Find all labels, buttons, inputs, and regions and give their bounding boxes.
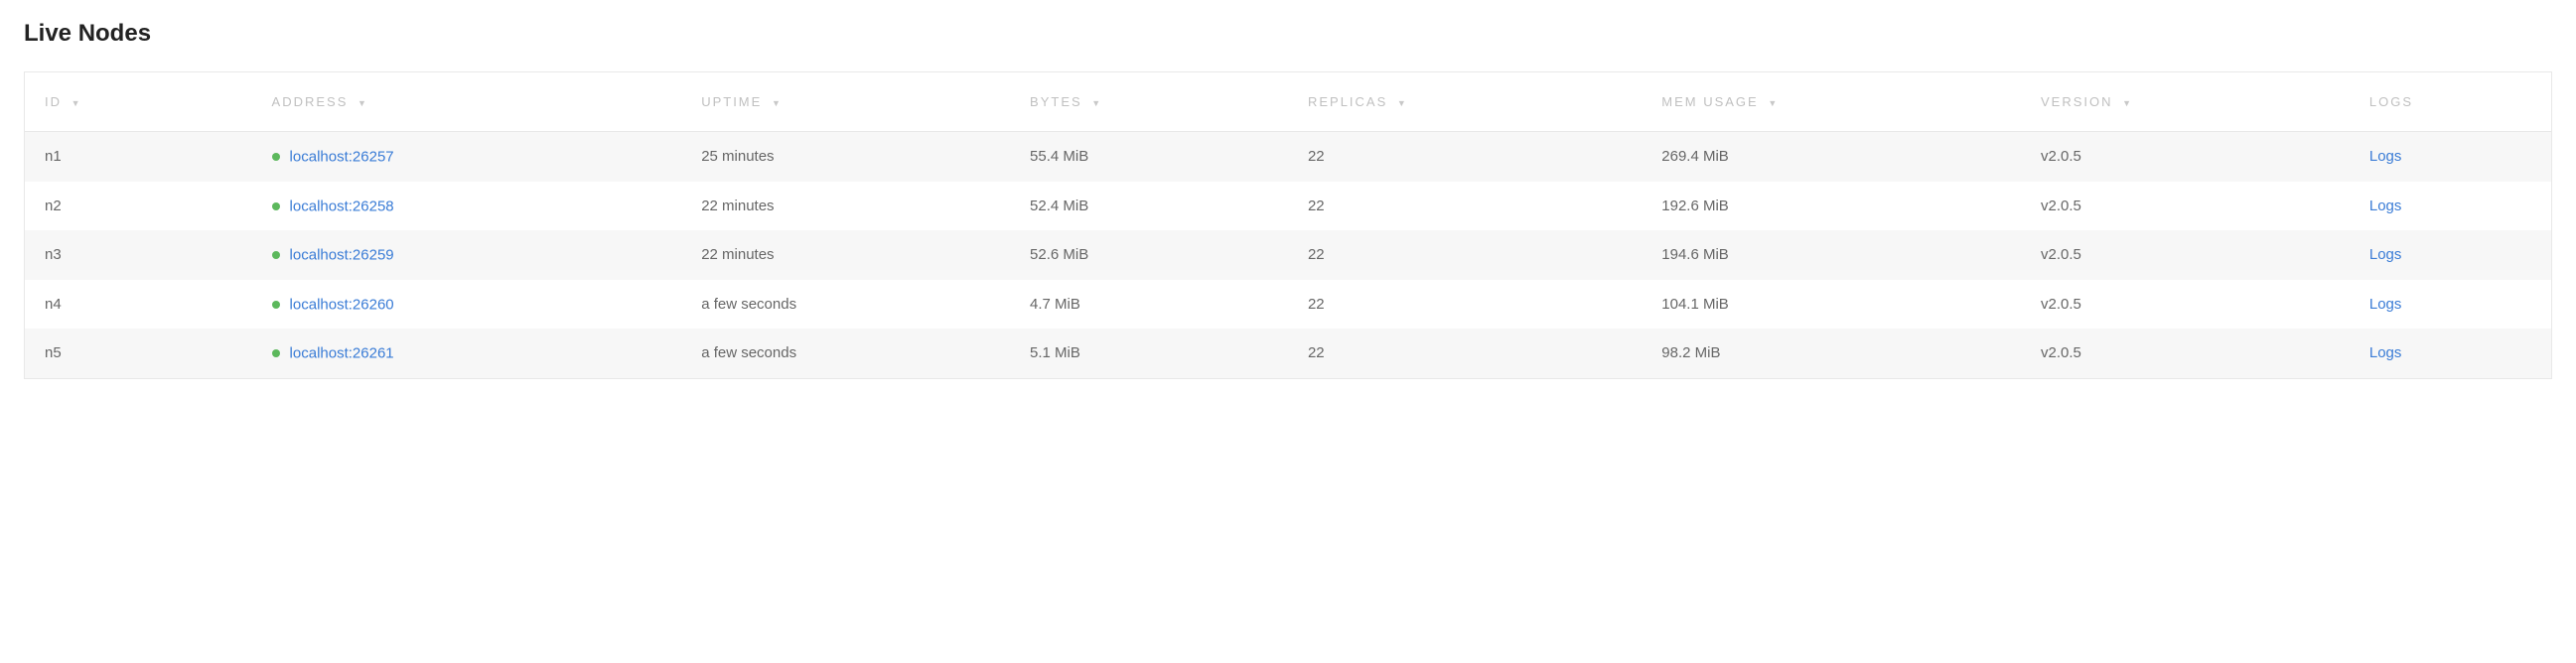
column-header-address[interactable]: ADDRESS ▼: [252, 72, 682, 132]
node-logs-cell: Logs: [2350, 182, 2552, 231]
table-row: n3 localhost:26259 22 minutes52.6 MiB22194…: [25, 230, 2552, 280]
node-bytes-cell: 52.4 MiB: [1010, 182, 1288, 231]
logs-link[interactable]: Logs: [2369, 198, 2402, 214]
column-header-label: VERSION: [2041, 94, 2113, 109]
table-row: n4 localhost:26260 a few seconds4.7 MiB221…: [25, 280, 2552, 330]
node-uptime-cell: 25 minutes: [681, 132, 1010, 182]
sort-indicator-icon: ▼: [1091, 98, 1102, 108]
column-header-label: BYTES: [1030, 94, 1082, 109]
live-nodes-table: ID ▼ ADDRESS ▼ UPTIME ▼ BYTES ▼ REPLICAS…: [24, 71, 2552, 379]
sort-indicator-icon: ▼: [772, 98, 783, 108]
node-replicas-cell: 22: [1288, 132, 1642, 182]
node-id-cell: n5: [25, 329, 252, 378]
node-logs-cell: Logs: [2350, 230, 2552, 280]
node-address-link[interactable]: localhost:26258: [290, 198, 394, 214]
node-uptime-cell: a few seconds: [681, 280, 1010, 330]
node-address-link[interactable]: localhost:26257: [290, 149, 394, 166]
node-address-cell: localhost:26257: [252, 132, 682, 182]
node-address-cell: localhost:26261: [252, 329, 682, 378]
node-address-cell: localhost:26259: [252, 230, 682, 280]
logs-link[interactable]: Logs: [2369, 344, 2402, 361]
logs-link[interactable]: Logs: [2369, 148, 2402, 165]
sort-indicator-icon: ▼: [2122, 98, 2133, 108]
column-header-label: ID: [45, 94, 62, 109]
status-dot-icon: [272, 349, 280, 357]
status-dot-icon: [272, 153, 280, 161]
node-uptime-cell: a few seconds: [681, 329, 1010, 378]
node-id-cell: n4: [25, 280, 252, 330]
column-header-id[interactable]: ID ▼: [25, 72, 252, 132]
node-bytes-cell: 52.6 MiB: [1010, 230, 1288, 280]
sort-indicator-icon: ▼: [1768, 98, 1779, 108]
column-header-label: REPLICAS: [1308, 94, 1387, 109]
node-address-cell: localhost:26260: [252, 280, 682, 330]
node-memusage-cell: 194.6 MiB: [1642, 230, 2021, 280]
node-bytes-cell: 5.1 MiB: [1010, 329, 1288, 378]
node-replicas-cell: 22: [1288, 280, 1642, 330]
node-memusage-cell: 269.4 MiB: [1642, 132, 2021, 182]
node-address-link[interactable]: localhost:26260: [290, 296, 394, 313]
column-header-label: MEM USAGE: [1661, 94, 1758, 109]
column-header-bytes[interactable]: BYTES ▼: [1010, 72, 1288, 132]
node-bytes-cell: 55.4 MiB: [1010, 132, 1288, 182]
column-header-version[interactable]: VERSION ▼: [2021, 72, 2350, 132]
node-id-cell: n1: [25, 132, 252, 182]
node-version-cell: v2.0.5: [2021, 230, 2350, 280]
node-replicas-cell: 22: [1288, 182, 1642, 231]
node-logs-cell: Logs: [2350, 280, 2552, 330]
node-version-cell: v2.0.5: [2021, 329, 2350, 378]
node-bytes-cell: 4.7 MiB: [1010, 280, 1288, 330]
table-row: n1 localhost:26257 25 minutes55.4 MiB22269…: [25, 132, 2552, 182]
logs-link[interactable]: Logs: [2369, 296, 2402, 313]
status-dot-icon: [272, 301, 280, 309]
sort-indicator-icon: ▼: [72, 98, 82, 108]
node-version-cell: v2.0.5: [2021, 280, 2350, 330]
node-address-link[interactable]: localhost:26261: [290, 345, 394, 362]
node-replicas-cell: 22: [1288, 230, 1642, 280]
status-dot-icon: [272, 202, 280, 210]
table-row: n2 localhost:26258 22 minutes52.4 MiB22192…: [25, 182, 2552, 231]
sort-indicator-icon: ▼: [1397, 98, 1408, 108]
node-logs-cell: Logs: [2350, 329, 2552, 378]
status-dot-icon: [272, 251, 280, 259]
node-address-link[interactable]: localhost:26259: [290, 247, 394, 264]
node-uptime-cell: 22 minutes: [681, 182, 1010, 231]
node-version-cell: v2.0.5: [2021, 182, 2350, 231]
node-memusage-cell: 98.2 MiB: [1642, 329, 2021, 378]
node-address-cell: localhost:26258: [252, 182, 682, 231]
node-memusage-cell: 104.1 MiB: [1642, 280, 2021, 330]
column-header-label: ADDRESS: [272, 94, 349, 109]
node-id-cell: n2: [25, 182, 252, 231]
node-logs-cell: Logs: [2350, 132, 2552, 182]
sort-indicator-icon: ▼: [358, 98, 368, 108]
node-id-cell: n3: [25, 230, 252, 280]
table-row: n5 localhost:26261 a few seconds5.1 MiB229…: [25, 329, 2552, 378]
node-uptime-cell: 22 minutes: [681, 230, 1010, 280]
column-header-label: LOGS: [2369, 94, 2413, 109]
node-replicas-cell: 22: [1288, 329, 1642, 378]
column-header-replicas[interactable]: REPLICAS ▼: [1288, 72, 1642, 132]
page-title: Live Nodes: [24, 20, 2552, 48]
column-header-memusage[interactable]: MEM USAGE ▼: [1642, 72, 2021, 132]
column-header-logs: LOGS: [2350, 72, 2552, 132]
node-memusage-cell: 192.6 MiB: [1642, 182, 2021, 231]
node-version-cell: v2.0.5: [2021, 132, 2350, 182]
column-header-label: UPTIME: [701, 94, 762, 109]
column-header-uptime[interactable]: UPTIME ▼: [681, 72, 1010, 132]
logs-link[interactable]: Logs: [2369, 246, 2402, 263]
